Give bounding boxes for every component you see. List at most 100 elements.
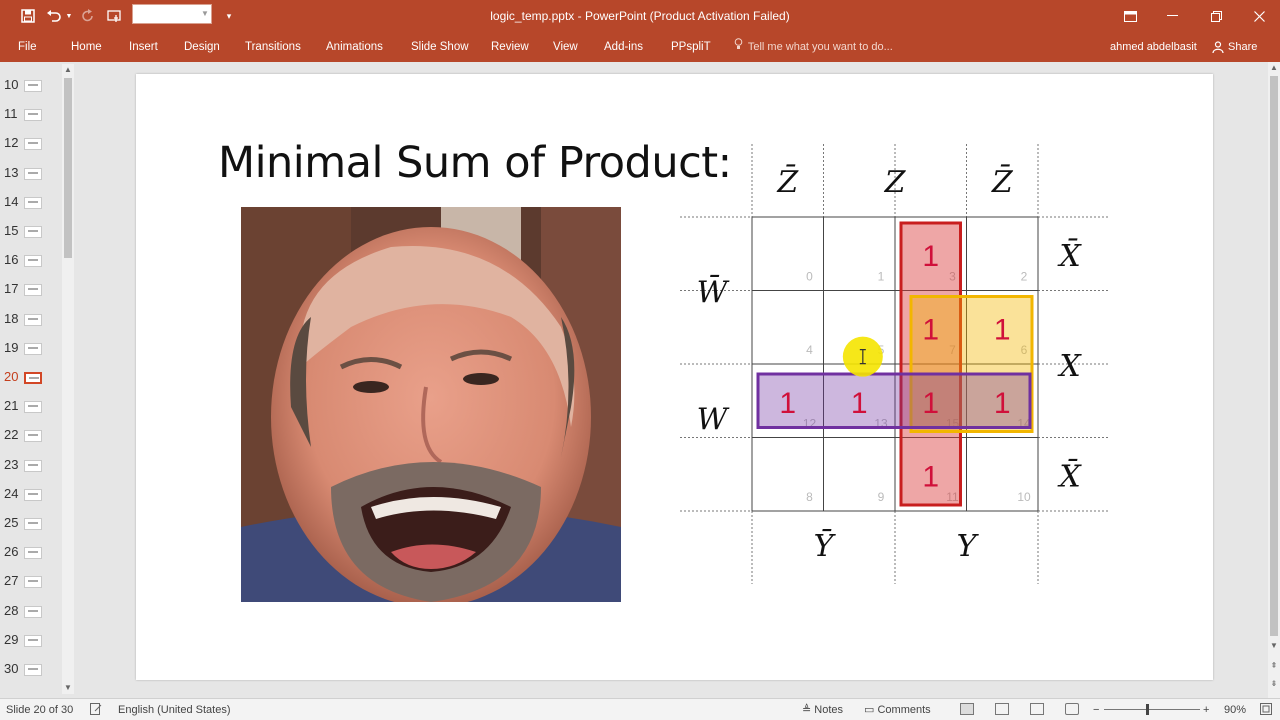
- tab-slide-show[interactable]: Slide Show: [411, 38, 469, 56]
- ribbon-display-icon[interactable]: [1109, 0, 1151, 32]
- slide-thumbnail[interactable]: 19: [0, 337, 62, 359]
- slide-thumbnail[interactable]: 12: [0, 132, 62, 154]
- zoom-slider-thumb[interactable]: [1146, 704, 1149, 715]
- tab-transitions[interactable]: Transitions: [245, 38, 301, 56]
- tab-home[interactable]: Home: [71, 38, 102, 56]
- slide-thumbnail[interactable]: 11: [0, 103, 62, 125]
- slide-preview[interactable]: [24, 488, 42, 501]
- slide-preview[interactable]: [24, 664, 42, 676]
- zoom-in-icon[interactable]: +: [1203, 703, 1209, 717]
- undo-icon[interactable]: [44, 5, 64, 27]
- slide-preview[interactable]: [24, 313, 42, 326]
- slide-thumbnail[interactable]: 13: [0, 162, 62, 184]
- touch-mode-icon[interactable]: [104, 5, 126, 27]
- slide-thumbnail[interactable]: 23: [0, 454, 62, 476]
- tell-me-search[interactable]: Tell me what you want to do...: [734, 38, 893, 56]
- share-button[interactable]: Share: [1212, 38, 1257, 56]
- slide-number: 10: [4, 77, 19, 92]
- slide-thumbnail[interactable]: 14: [0, 191, 62, 213]
- slide-preview[interactable]: [24, 255, 42, 268]
- tab-review[interactable]: Review: [491, 38, 529, 56]
- thumbnail-scrollbar[interactable]: ▲ ▼: [62, 64, 74, 694]
- zoom-slider[interactable]: [1104, 709, 1200, 710]
- slide-thumbnail[interactable]: 30: [0, 658, 62, 680]
- slide-preview[interactable]: [24, 284, 42, 297]
- slide-preview[interactable]: [24, 401, 42, 414]
- user-name[interactable]: ahmed abdelbasit: [1110, 38, 1197, 56]
- slide-thumbnail[interactable]: 28: [0, 600, 62, 622]
- next-slide-icon[interactable]: ⇟: [1268, 678, 1280, 690]
- slide-thumbnail[interactable]: 17: [0, 278, 62, 300]
- slide-number: 20: [4, 369, 19, 384]
- slide-thumbnail[interactable]: 22: [0, 424, 62, 446]
- scroll-up-icon[interactable]: ▲: [1268, 62, 1280, 74]
- tab-design[interactable]: Design: [184, 38, 220, 56]
- scroll-down-icon[interactable]: ▼: [62, 682, 74, 694]
- scroll-down-icon[interactable]: ▼: [1268, 640, 1280, 652]
- undo-dropdown-icon[interactable]: ▼: [64, 5, 74, 27]
- tab-add-ins[interactable]: Add-ins: [604, 38, 643, 56]
- slide-thumbnail[interactable]: 10: [0, 74, 62, 96]
- scrollbar-thumb[interactable]: [1270, 76, 1278, 636]
- kmap-one: 1: [994, 313, 1011, 346]
- comments-button[interactable]: ▭ Comments: [864, 703, 931, 717]
- font-selector[interactable]: ▼: [132, 4, 212, 24]
- language-indicator[interactable]: English (United States): [118, 703, 231, 717]
- slide-preview[interactable]: [24, 167, 42, 180]
- slide-thumbnail[interactable]: 16: [0, 249, 62, 271]
- slide-number: 29: [4, 631, 19, 647]
- slide-preview[interactable]: [24, 342, 42, 355]
- slide-preview[interactable]: [24, 372, 42, 384]
- tab-file[interactable]: File: [18, 38, 37, 56]
- slide-preview[interactable]: [24, 80, 42, 92]
- restore-icon[interactable]: [1195, 0, 1237, 32]
- scrollbar-thumb[interactable]: [64, 78, 72, 258]
- slide-thumbnail[interactable]: 20: [0, 366, 62, 388]
- slide-thumbnail[interactable]: 29: [0, 629, 62, 651]
- slide-thumbnail[interactable]: 18: [0, 308, 62, 330]
- slide-preview[interactable]: [24, 109, 42, 122]
- close-icon[interactable]: [1238, 0, 1280, 32]
- slide-thumbnail[interactable]: 21: [0, 395, 62, 417]
- previous-slide-icon[interactable]: ⇞: [1268, 660, 1280, 672]
- presenter-video-image[interactable]: [241, 207, 621, 602]
- tab-view[interactable]: View: [553, 38, 578, 56]
- slide-preview[interactable]: [24, 138, 42, 151]
- karnaugh-map[interactable]: 013245761213151489111011111111Z̄ZZ̄X̄XX̄…: [676, 144, 1116, 589]
- tab-ppsplit[interactable]: PPspliT: [671, 38, 711, 56]
- slide-preview[interactable]: [24, 518, 42, 530]
- reading-view-icon[interactable]: [1030, 703, 1044, 715]
- customize-icon[interactable]: ▾: [222, 5, 236, 27]
- slide-preview[interactable]: [24, 634, 42, 647]
- save-icon[interactable]: [18, 5, 38, 27]
- vertical-scrollbar[interactable]: ▲ ▼ ⇞ ⇟: [1268, 62, 1280, 698]
- slide-preview[interactable]: [24, 430, 42, 443]
- slide-thumbnail[interactable]: 25: [0, 512, 62, 534]
- slide-thumbnail[interactable]: 26: [0, 541, 62, 563]
- redo-icon[interactable]: [78, 5, 98, 27]
- slide-preview[interactable]: [24, 605, 42, 618]
- slide-canvas[interactable]: Minimal Sum of Product: 0 1 3 2 4 7 6 12…: [136, 74, 1213, 680]
- slide-preview[interactable]: [24, 459, 42, 472]
- share-label: Share: [1228, 41, 1258, 53]
- slide-preview[interactable]: [24, 196, 42, 209]
- tab-animations[interactable]: Animations: [326, 38, 383, 56]
- slide-thumbnail[interactable]: 24: [0, 483, 62, 505]
- tab-insert[interactable]: Insert: [129, 38, 158, 56]
- slide-preview[interactable]: [24, 226, 42, 238]
- minimize-icon[interactable]: [1151, 0, 1193, 32]
- zoom-out-icon[interactable]: −: [1093, 703, 1099, 717]
- slide-title[interactable]: Minimal Sum of Product:: [218, 138, 732, 188]
- notes-button[interactable]: ≜ Notes: [802, 703, 843, 717]
- zoom-level[interactable]: 90%: [1224, 703, 1246, 717]
- slide-thumbnail[interactable]: 15: [0, 220, 62, 242]
- slide-sorter-icon[interactable]: [995, 703, 1009, 715]
- spelling-icon[interactable]: [90, 703, 102, 719]
- slide-thumbnail[interactable]: 27: [0, 570, 62, 592]
- slide-show-icon[interactable]: [1065, 703, 1079, 715]
- normal-view-icon[interactable]: [960, 703, 974, 715]
- scroll-up-icon[interactable]: ▲: [62, 64, 74, 76]
- slide-preview[interactable]: [24, 576, 42, 589]
- slide-preview[interactable]: [24, 547, 42, 560]
- fit-slide-icon[interactable]: [1260, 703, 1272, 719]
